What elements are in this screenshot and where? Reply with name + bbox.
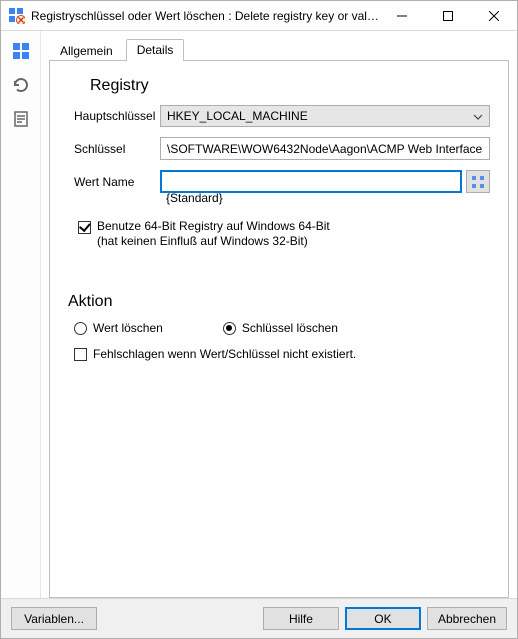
mainkey-value: HKEY_LOCAL_MACHINE bbox=[167, 109, 308, 123]
valuename-picker-button[interactable] bbox=[466, 170, 490, 193]
window-controls bbox=[379, 1, 517, 30]
ok-button[interactable]: OK bbox=[345, 607, 421, 630]
sidebar-refresh-icon[interactable] bbox=[7, 71, 35, 99]
help-button[interactable]: Hilfe bbox=[263, 607, 339, 630]
variables-button[interactable]: Variablen... bbox=[11, 607, 97, 630]
maximize-button[interactable] bbox=[425, 1, 471, 30]
label-mainkey: Hauptschlüssel bbox=[68, 109, 160, 123]
radio-delete-key-label: Schlüssel löschen bbox=[242, 321, 338, 335]
tab-details[interactable]: Details bbox=[126, 39, 185, 61]
radio-delete-value[interactable]: Wert löschen bbox=[74, 321, 163, 335]
main-area: Allgemein Details Registry Hauptschlüsse… bbox=[41, 31, 517, 598]
mainkey-select[interactable]: HKEY_LOCAL_MACHINE bbox=[160, 105, 490, 127]
use64-checkbox[interactable] bbox=[78, 221, 91, 234]
tab-bar: Allgemein Details bbox=[49, 37, 509, 61]
sidebar-tiles-icon[interactable] bbox=[7, 37, 35, 65]
titlebar: Registryschlüssel oder Wert löschen : De… bbox=[1, 1, 517, 31]
fail-missing-checkbox[interactable] bbox=[74, 348, 87, 361]
fail-missing-label: Fehlschlagen wenn Wert/Schlüssel nicht e… bbox=[93, 347, 356, 361]
sidebar-document-icon[interactable] bbox=[7, 105, 35, 133]
use64-label: Benutze 64-Bit Registry auf Windows 64-B… bbox=[97, 219, 330, 249]
valuename-input[interactable] bbox=[160, 170, 462, 193]
window-title: Registryschlüssel oder Wert löschen : De… bbox=[31, 9, 379, 23]
registry-delete-icon bbox=[9, 8, 25, 24]
details-panel: Registry Hauptschlüssel HKEY_LOCAL_MACHI… bbox=[49, 61, 509, 598]
label-key: Schlüssel bbox=[68, 142, 160, 156]
dialog-window: Registryschlüssel oder Wert löschen : De… bbox=[0, 0, 518, 639]
cancel-button[interactable]: Abbrechen bbox=[427, 607, 507, 630]
minimize-button[interactable] bbox=[379, 1, 425, 30]
radio-delete-key[interactable]: Schlüssel löschen bbox=[223, 321, 338, 335]
key-input[interactable] bbox=[160, 137, 490, 160]
section-registry-title: Registry bbox=[90, 77, 490, 95]
chevron-down-icon bbox=[473, 109, 483, 123]
footer: Variablen... Hilfe OK Abbrechen bbox=[1, 598, 517, 638]
close-button[interactable] bbox=[471, 1, 517, 30]
valuename-hint: {Standard} bbox=[166, 191, 490, 205]
radio-delete-value-label: Wert löschen bbox=[93, 321, 163, 335]
label-valuename: Wert Name bbox=[68, 175, 160, 189]
sidebar bbox=[1, 31, 41, 598]
section-action-title: Aktion bbox=[68, 293, 490, 311]
tab-general[interactable]: Allgemein bbox=[49, 40, 124, 62]
